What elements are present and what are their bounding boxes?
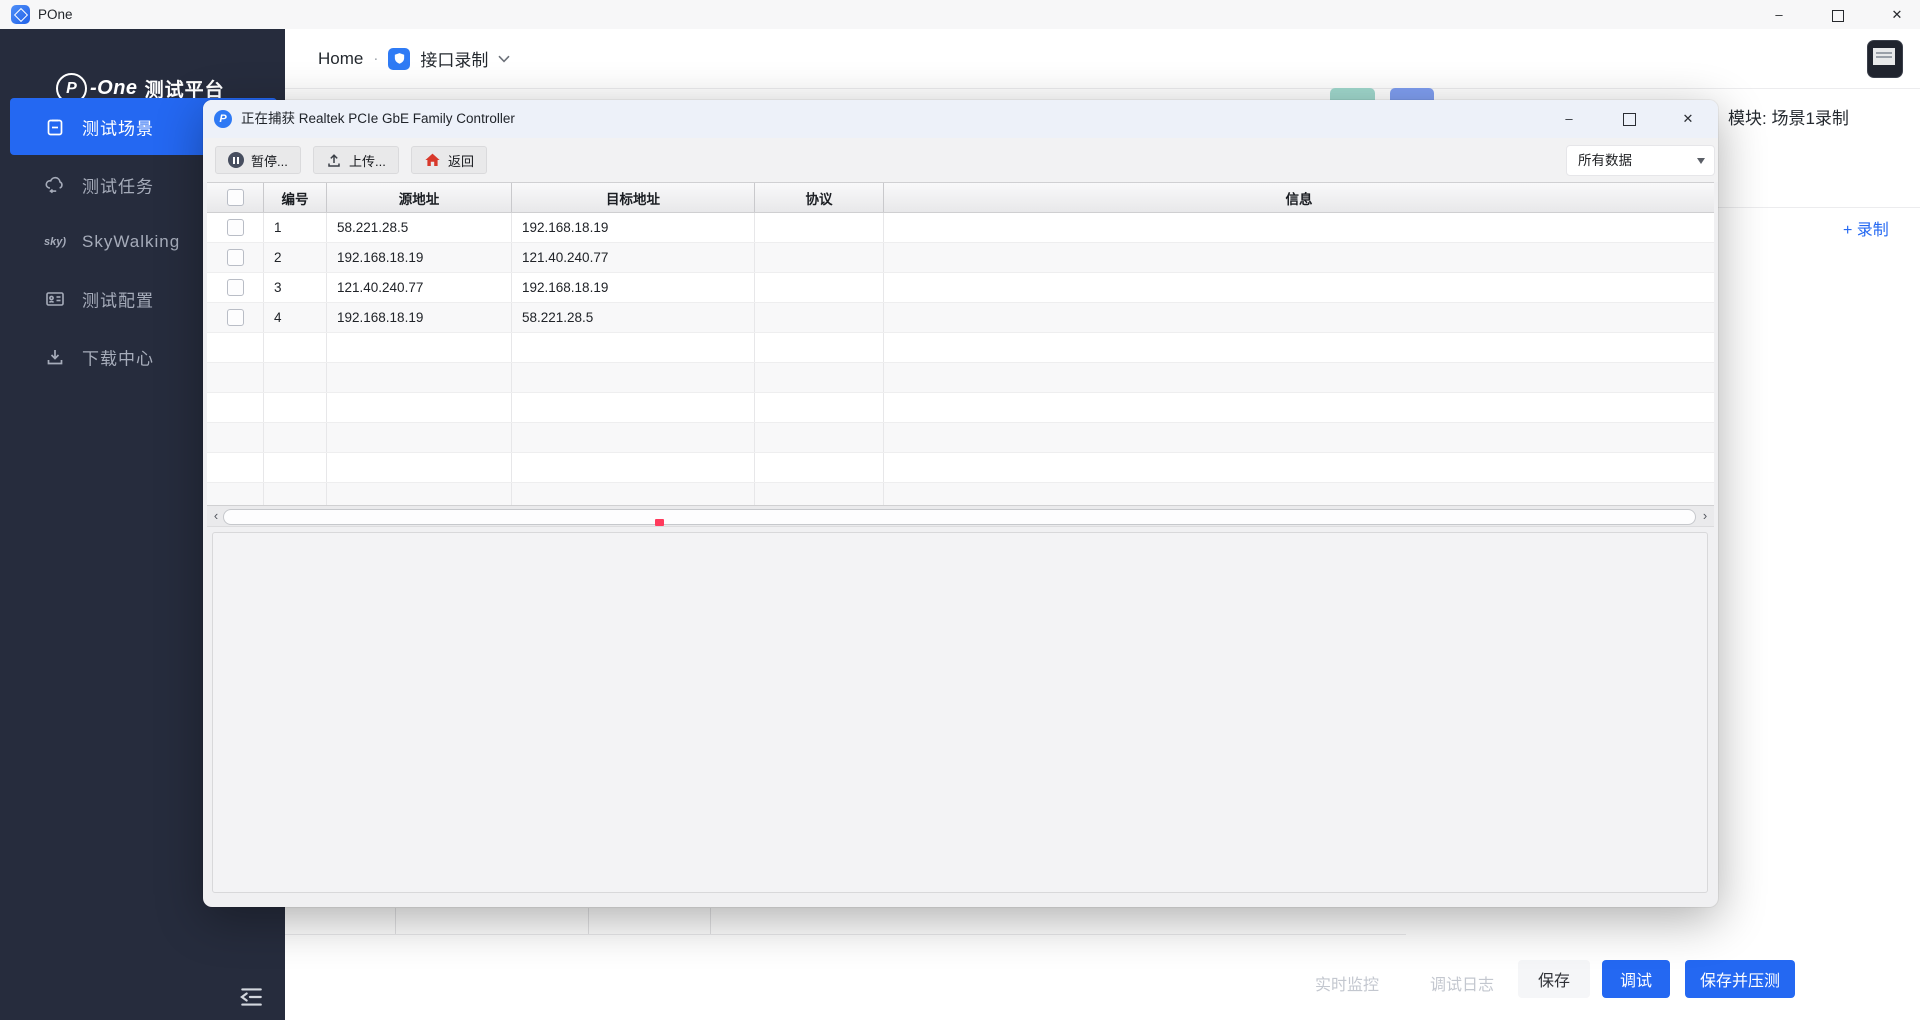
save-button[interactable]: 保存 bbox=[1518, 960, 1590, 998]
pause-icon bbox=[228, 152, 244, 168]
shield-icon bbox=[388, 48, 410, 70]
pause-button[interactable]: 暂停... bbox=[215, 146, 301, 174]
red-marker bbox=[655, 519, 664, 526]
table-row-empty bbox=[207, 453, 1714, 483]
dialog-titlebar[interactable]: P 正在捕获 Realtek PCIe GbE Family Controlle… bbox=[203, 100, 1718, 138]
scroll-right-icon[interactable]: › bbox=[1698, 506, 1712, 526]
table-row-empty bbox=[207, 363, 1714, 393]
app-icon bbox=[11, 5, 30, 24]
menu-fold-icon bbox=[238, 984, 264, 1010]
select-all-checkbox[interactable] bbox=[227, 189, 244, 206]
table-row-empty bbox=[207, 393, 1714, 423]
realtime-monitor-button[interactable]: 实时监控 bbox=[1315, 971, 1379, 995]
row-checkbox[interactable] bbox=[227, 249, 244, 266]
save-and-stress-test-button[interactable]: 保存并压测 bbox=[1685, 960, 1795, 998]
breadcrumb-section[interactable]: 接口录制 bbox=[420, 46, 488, 71]
header-select-all bbox=[207, 183, 264, 212]
user-avatar[interactable] bbox=[1867, 40, 1903, 78]
table-row[interactable]: 3121.40.240.77192.168.18.19 bbox=[207, 273, 1714, 303]
row-checkbox[interactable] bbox=[227, 309, 244, 326]
packet-detail-panel bbox=[212, 532, 1708, 893]
table-row[interactable]: 2192.168.18.19121.40.240.77 bbox=[207, 243, 1714, 273]
os-titlebar: POne – ✕ bbox=[0, 0, 1920, 29]
dialog-toolbar: 暂停... 上传... 返回 所有数据 bbox=[203, 138, 1718, 182]
home-icon bbox=[424, 152, 441, 168]
sidebar-collapse-button[interactable] bbox=[238, 984, 264, 1010]
id-card-icon bbox=[44, 288, 66, 310]
table-row[interactable]: 158.221.28.5192.168.18.19 bbox=[207, 213, 1714, 243]
table-row-empty bbox=[207, 483, 1714, 505]
os-minimize-button[interactable]: – bbox=[1758, 0, 1800, 29]
row-checkbox[interactable] bbox=[227, 279, 244, 296]
back-button[interactable]: 返回 bbox=[411, 146, 487, 174]
dialog-close-button[interactable]: ✕ bbox=[1668, 100, 1708, 138]
os-window-title: POne bbox=[38, 0, 73, 29]
module-label: 模块: 场景1录制 bbox=[1728, 104, 1849, 129]
data-filter-dropdown[interactable]: 所有数据 bbox=[1566, 145, 1715, 176]
header-destination[interactable]: 目标地址 bbox=[512, 183, 755, 212]
os-maximize-button[interactable] bbox=[1817, 0, 1859, 29]
debug-button[interactable]: 调试 bbox=[1602, 960, 1670, 998]
header-info[interactable]: 信息 bbox=[884, 183, 1714, 212]
table-body: 158.221.28.5192.168.18.192192.168.18.191… bbox=[207, 213, 1714, 505]
maximize-icon bbox=[1623, 113, 1636, 126]
cloud-sync-icon bbox=[44, 174, 66, 196]
skywalking-icon: sky) bbox=[44, 231, 66, 253]
logo-name: -One bbox=[90, 77, 138, 100]
table-header: 编号 源地址 目标地址 协议 信息 bbox=[207, 182, 1714, 213]
table-row-empty bbox=[207, 333, 1714, 363]
breadcrumb-bar: Home · 接口录制 bbox=[285, 29, 1920, 89]
dialog-title: 正在捕获 Realtek PCIe GbE Family Controller bbox=[241, 100, 515, 138]
header-protocol[interactable]: 协议 bbox=[755, 183, 884, 212]
table-row[interactable]: 4192.168.18.1958.221.28.5 bbox=[207, 303, 1714, 333]
header-source[interactable]: 源地址 bbox=[327, 183, 512, 212]
os-close-button[interactable]: ✕ bbox=[1876, 0, 1918, 29]
scrollbar-thumb[interactable] bbox=[223, 509, 1696, 525]
scroll-left-icon[interactable]: ‹ bbox=[209, 506, 223, 526]
chevron-down-icon[interactable] bbox=[498, 55, 510, 63]
clipboard-icon bbox=[44, 116, 66, 138]
breadcrumb-home[interactable]: Home bbox=[318, 49, 363, 69]
upload-icon bbox=[326, 152, 342, 168]
divider bbox=[1718, 207, 1920, 208]
download-icon bbox=[44, 346, 66, 368]
debug-log-button[interactable]: 调试日志 bbox=[1430, 971, 1494, 995]
background-table-line bbox=[285, 934, 1406, 935]
caret-down-icon bbox=[1697, 158, 1705, 164]
background-table-line bbox=[710, 908, 711, 934]
packet-table: 编号 源地址 目标地址 协议 信息 158.221.28.5192.168.18… bbox=[207, 182, 1714, 505]
maximize-icon bbox=[1832, 10, 1844, 22]
background-table-line bbox=[395, 908, 396, 934]
pone-logo-icon: P bbox=[214, 110, 232, 128]
row-checkbox[interactable] bbox=[227, 219, 244, 236]
app-root: POne – ✕ P -One 测试平台 测试场景 bbox=[0, 0, 1920, 1020]
capture-dialog: P 正在捕获 Realtek PCIe GbE Family Controlle… bbox=[203, 100, 1718, 907]
dialog-maximize-button[interactable] bbox=[1609, 100, 1649, 138]
record-link[interactable]: + 录制 bbox=[1843, 216, 1889, 240]
breadcrumb-separator: · bbox=[373, 50, 378, 67]
background-table-line bbox=[588, 908, 589, 934]
table-row-empty bbox=[207, 423, 1714, 453]
upload-button[interactable]: 上传... bbox=[313, 146, 399, 174]
header-no[interactable]: 编号 bbox=[264, 183, 327, 212]
filter-value: 所有数据 bbox=[1578, 146, 1632, 175]
breadcrumb: Home · 接口录制 bbox=[318, 29, 510, 88]
horizontal-scrollbar[interactable]: ‹ › bbox=[207, 505, 1714, 527]
dialog-minimize-button[interactable]: – bbox=[1549, 100, 1589, 138]
